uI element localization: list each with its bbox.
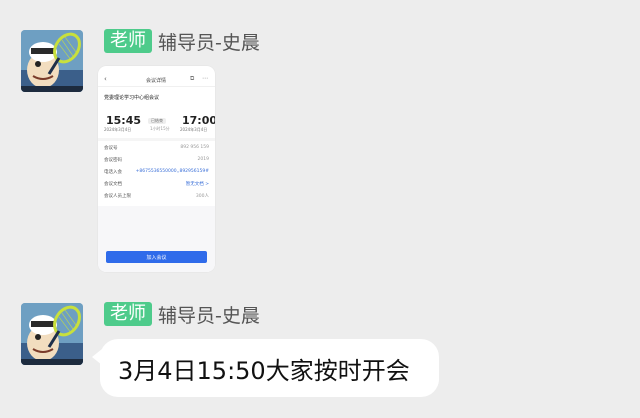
mini-row: 会议号 892 956 159 <box>104 144 209 151</box>
mini-row-label: 会议号 <box>104 145 118 151</box>
more-icon: ⋯ <box>202 75 208 82</box>
mini-duration: 1小时15分 <box>150 126 170 131</box>
meeting-screenshot-image[interactable]: ‹ 会议详情 ⧉ ⋯ 党委理论学习中心组会议 15:45 2024年3月4日 已… <box>98 66 215 272</box>
mini-row-value: +8675536550000,,892956159# <box>135 169 209 174</box>
mini-end-date: 2024年3月4日 <box>180 127 208 132</box>
mini-row: 会议密码 2019 <box>104 156 209 163</box>
mini-end-time: 17:00 <box>182 114 215 127</box>
share-icon: ⧉ <box>190 75 195 82</box>
mini-join-button: 加入会议 <box>106 251 207 263</box>
mini-row: 会议文档 暂无文档 > <box>104 180 209 187</box>
mini-header-title: 会议详情 <box>146 78 167 84</box>
mini-start-time: 15:45 <box>106 114 142 127</box>
mini-row-value: 2019 <box>197 157 209 162</box>
mini-divider <box>98 86 215 87</box>
message-text: 3月4日15:50大家按时开会 <box>118 356 410 385</box>
mini-row-label: 会议人员上限 <box>104 193 131 199</box>
sender-line: 老师 辅导员-史晨 <box>104 29 260 54</box>
mini-row-value: 892 956 159 <box>180 145 209 150</box>
mini-row-label: 会议密码 <box>104 157 122 163</box>
mini-row-value: 300人 <box>195 193 209 199</box>
role-badge: 老师 <box>104 29 152 53</box>
mini-section-divider <box>98 138 215 141</box>
mini-duration-badge: 已结束 <box>148 118 166 124</box>
text-bubble[interactable]: 3月4日15:50大家按时开会 <box>100 339 439 397</box>
sender-name: 辅导员-史晨 <box>158 31 260 54</box>
mini-start-date: 2024年3月4日 <box>104 127 132 132</box>
mini-row: 电话入会 +8675536550000,,892956159# <box>104 168 209 175</box>
mini-row-label: 会议文档 <box>104 181 122 187</box>
avatar[interactable] <box>21 303 83 365</box>
avatar[interactable] <box>21 30 83 92</box>
back-arrow-icon: ‹ <box>104 75 107 83</box>
sender-name: 辅导员-史晨 <box>158 304 260 327</box>
mini-row-label: 电话入会 <box>104 169 122 175</box>
mini-meeting-title: 党委理论学习中心组会议 <box>104 95 160 101</box>
sender-line: 老师 辅导员-史晨 <box>104 302 260 327</box>
role-badge: 老师 <box>104 302 152 326</box>
mini-row-value: 暂无文档 > <box>185 181 209 187</box>
mini-row: 会议人员上限 300人 <box>104 192 209 199</box>
